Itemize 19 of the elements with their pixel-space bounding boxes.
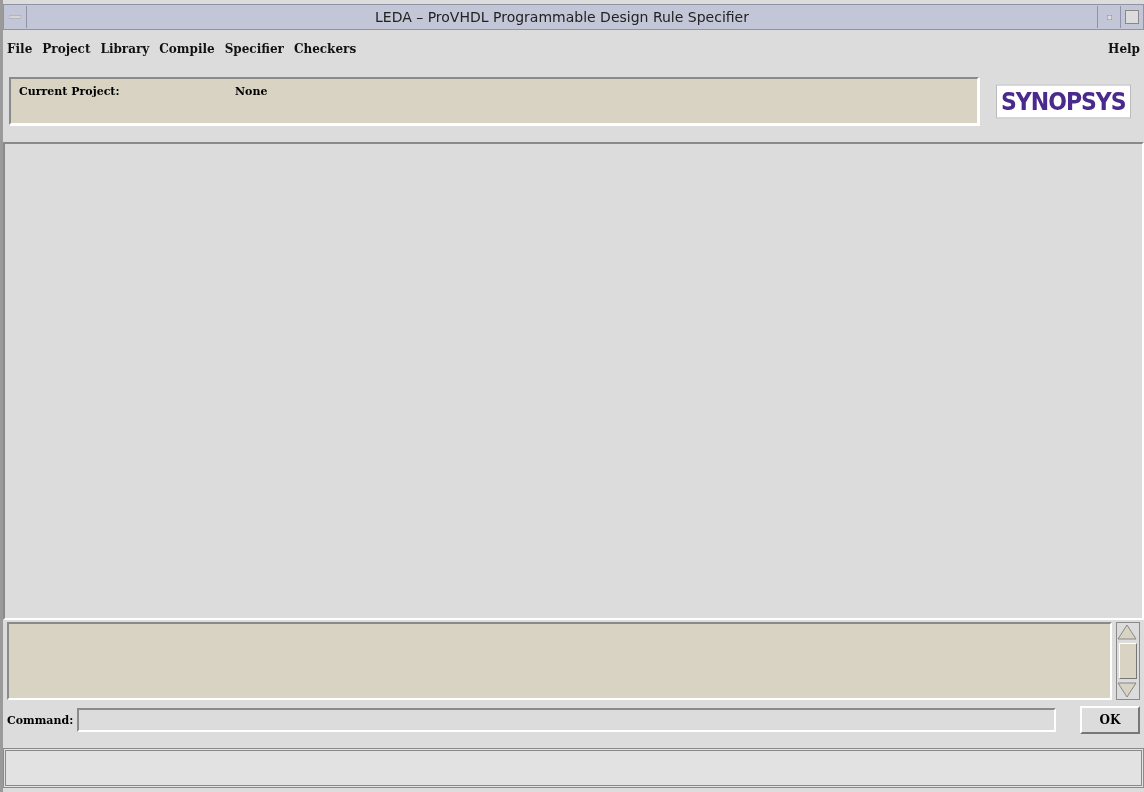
company-logo: SYNOPSYS (996, 83, 1131, 119)
command-field[interactable] (77, 708, 1056, 732)
menu-item[interactable]: File (7, 38, 33, 60)
scroll-thumb[interactable] (1119, 643, 1137, 679)
scrollbar[interactable] (1116, 622, 1140, 700)
down-arrow-icon[interactable] (1117, 681, 1137, 699)
project-label: Current Project: (19, 85, 121, 100)
menu-item[interactable]: Library (100, 38, 150, 60)
window-title: LEDA – ProVHDL Programmable Design Rule Specifier (374, 9, 750, 25)
menu-item[interactable]: Checkers (293, 38, 357, 60)
project-value: None (235, 85, 268, 100)
up-arrow-icon[interactable] (1117, 623, 1137, 641)
menu-item[interactable]: Project (42, 38, 91, 60)
menu-item[interactable]: Specifier (224, 38, 284, 60)
square-icon (1125, 10, 1139, 24)
help-menu[interactable]: Help (1108, 38, 1140, 60)
ok-button[interactable]: OK (1080, 706, 1140, 734)
menu-item[interactable]: Compile (159, 38, 215, 60)
command-label: Command: (7, 713, 74, 727)
